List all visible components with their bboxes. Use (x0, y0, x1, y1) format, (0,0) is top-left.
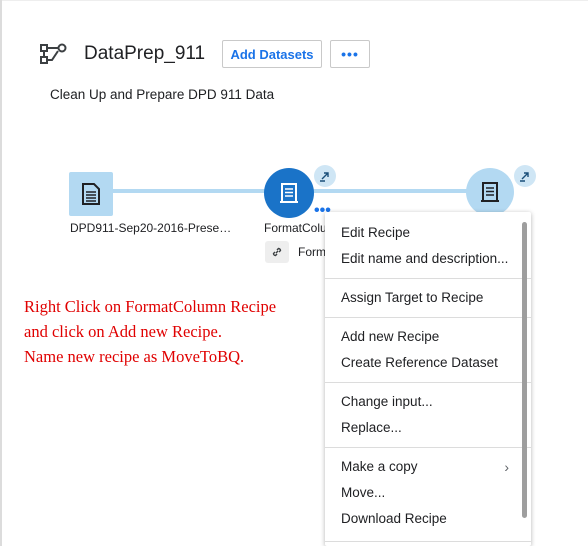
dataset-node[interactable] (69, 172, 113, 216)
link-icon (272, 247, 282, 257)
menu-divider (325, 447, 531, 448)
page-title: DataPrep_911 (84, 43, 206, 64)
chevron-right-icon: › (504, 459, 509, 475)
flow-description: Clean Up and Prepare DPD 911 Data (50, 87, 275, 102)
expand-badge[interactable] (514, 165, 536, 187)
dataset-icon (82, 183, 100, 205)
top-border (0, 0, 588, 1)
menu-item-edit-name[interactable]: Edit name and description... (325, 246, 531, 272)
annotation-line: Right Click on FormatColumn Recipe (24, 297, 277, 316)
menu-item-edit-recipe[interactable]: Edit Recipe (325, 220, 531, 246)
menu-item-change-input[interactable]: Change input... (325, 389, 531, 415)
flow-icon (40, 43, 67, 64)
recipe-node-output[interactable] (466, 168, 514, 216)
menu-item-make-copy[interactable]: Make a copy › (325, 454, 531, 480)
menu-item-assign-target[interactable]: Assign Target to Recipe (325, 285, 531, 311)
left-border (0, 0, 2, 546)
flow-connector (312, 189, 468, 193)
more-options-button[interactable]: ••• (330, 40, 370, 68)
menu-item-move[interactable]: Move... (325, 480, 531, 506)
menu-item-replace[interactable]: Replace... (325, 415, 531, 441)
menu-item-download-recipe[interactable]: Download Recipe (325, 506, 531, 532)
context-menu: Edit Recipe Edit name and description...… (325, 212, 531, 546)
dataset-label[interactable]: DPD911-Sep20-2016-Prese… (70, 221, 231, 235)
menu-item-create-reference[interactable]: Create Reference Dataset (325, 350, 531, 376)
menu-divider (325, 317, 531, 318)
link-button[interactable] (265, 241, 289, 263)
menu-scrollbar[interactable] (522, 222, 527, 518)
annotation-line: and click on Add new Recipe. (24, 322, 222, 341)
menu-divider (325, 541, 531, 542)
recipe-icon (280, 183, 298, 203)
expand-badge[interactable] (314, 165, 336, 187)
recipe-node-formatcolumn[interactable] (264, 168, 314, 218)
expand-arrow-icon (320, 172, 329, 182)
menu-item-add-new-recipe[interactable]: Add new Recipe (325, 324, 531, 350)
menu-divider (325, 382, 531, 383)
recipe-label[interactable]: FormatColumn (264, 221, 326, 235)
instruction-annotation: Right Click on FormatColumn Recipe and c… (24, 294, 276, 369)
recipe-icon (481, 182, 499, 202)
expand-arrow-icon (520, 172, 529, 182)
menu-item-label: Make a copy (341, 459, 418, 474)
add-datasets-button[interactable]: Add Datasets (222, 40, 322, 68)
flow-connector (113, 189, 266, 193)
recipe-link-label[interactable]: FormatColumn (298, 245, 328, 259)
annotation-line: Name new recipe as MoveToBQ. (24, 347, 245, 366)
menu-divider (325, 278, 531, 279)
